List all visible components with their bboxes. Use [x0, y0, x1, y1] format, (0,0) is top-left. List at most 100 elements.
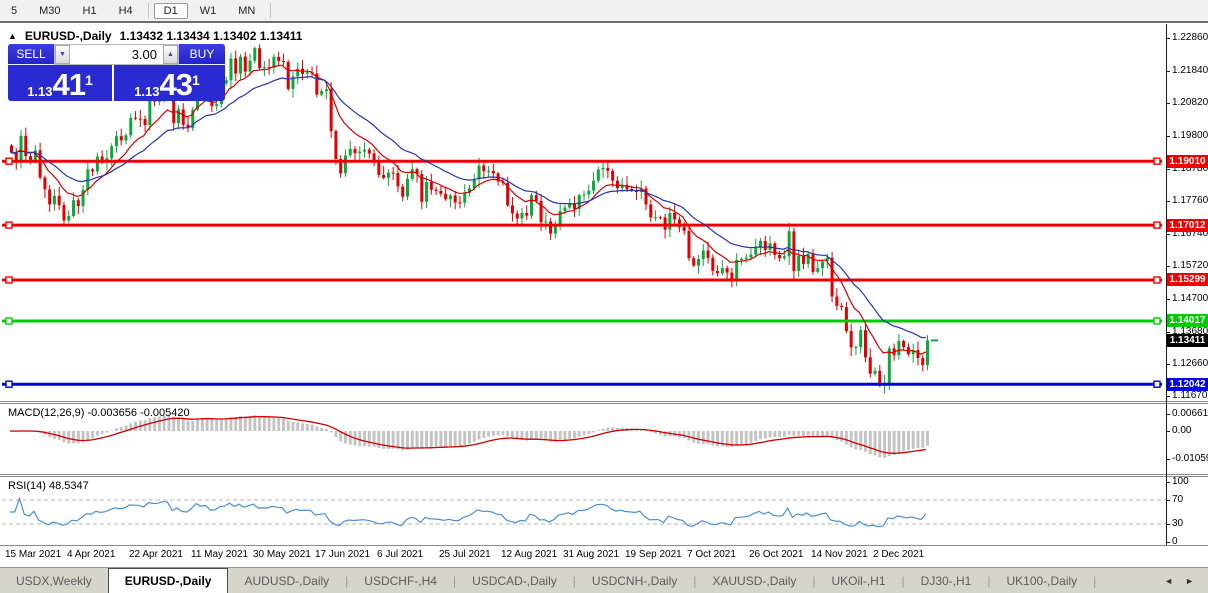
timeframe-button-mn[interactable]: MN — [228, 3, 265, 19]
tabs-scroll-left-icon[interactable]: ◄ — [1164, 576, 1173, 586]
timeframe-button-m30[interactable]: M30 — [29, 3, 70, 19]
buy-price-pipette: 1 — [192, 72, 200, 88]
price-axis-tick — [1166, 201, 1170, 203]
rsi-indicator-canvas[interactable] — [2, 477, 1166, 545]
date-axis-label: 17 Jun 2021 — [315, 549, 371, 560]
price-axis-label: 1.21840 — [1172, 64, 1208, 76]
chart-tab-usdchf[interactable]: USDCHF-,H4 — [348, 568, 453, 593]
price-level-badge: 1.19010 — [1167, 154, 1208, 168]
trade-panel-price-row: 1.13 41 1 1.13 43 1 — [8, 65, 225, 101]
price-level-badge: 1.14017 — [1167, 314, 1208, 328]
buy-price-big: 43 — [159, 67, 193, 101]
rsi-axis-tick — [1166, 542, 1170, 543]
rsi-axis-label: 30 — [1172, 518, 1184, 529]
sell-price-display[interactable]: 1.13 41 1 — [8, 65, 114, 101]
collapse-triangle-icon[interactable]: ▲ — [8, 31, 17, 41]
chart-tab-uk100[interactable]: UK100-,Daily — [990, 568, 1093, 593]
date-axis-label: 30 May 2021 — [253, 549, 311, 560]
rsi-axis-label: 70 — [1172, 494, 1184, 505]
price-axis-tick — [1166, 233, 1170, 235]
chart-tab-audusd[interactable]: AUDUSD-,Daily — [228, 568, 345, 593]
macd-label: MACD(12,26,9) -0.003656 -0.005420 — [8, 407, 190, 419]
chart-tab-ukoil[interactable]: UKOil-,H1 — [816, 568, 902, 593]
sell-button[interactable]: SELL — [8, 44, 54, 65]
price-level-badge: 1.13411 — [1167, 333, 1208, 347]
price-axis-tick — [1166, 266, 1170, 268]
date-axis-border — [0, 545, 1208, 546]
price-axis-tick — [1166, 299, 1170, 301]
price-axis-tick — [1166, 396, 1170, 398]
price-axis-tick — [1166, 135, 1170, 137]
date-axis-label: 2 Dec 2021 — [873, 549, 925, 560]
price-axis-tick — [1166, 70, 1170, 72]
volume-decrease-button[interactable]: ▼ — [55, 45, 70, 64]
price-axis-tick — [1166, 38, 1170, 39]
macd-axis-label: 0.006611 — [1172, 407, 1208, 419]
date-axis-label: 26 Oct 2021 — [749, 549, 804, 560]
price-level-badge: 1.17012 — [1167, 218, 1208, 232]
chart-title: ▲ EURUSD-,Daily 1.13432 1.13434 1.13402 … — [8, 29, 302, 43]
timeframe-button-5[interactable]: 5 — [1, 3, 27, 19]
chart-tabs-bar: USDX,Weekly EURUSD-,Daily AUDUSD-,Daily | US… — [0, 567, 1208, 593]
rsi-axis-tick — [1166, 482, 1170, 483]
timeframe-button-d1[interactable]: D1 — [153, 2, 188, 19]
price-level-badge: 1.15299 — [1167, 273, 1208, 287]
volume-spinner: ▼ 3.00 ▲ — [54, 44, 179, 65]
chart-tab-usdx[interactable]: USDX,Weekly — [0, 568, 108, 593]
price-axis-label: 1.11670 — [1172, 390, 1208, 402]
price-axis-tick — [1166, 103, 1170, 105]
toolbar-separator — [147, 3, 149, 18]
chart-tab-dj30[interactable]: DJ30-,H1 — [905, 568, 988, 593]
volume-input[interactable]: 3.00 — [70, 45, 163, 64]
macd-axis-label: 0.00 — [1172, 425, 1192, 436]
rsi-axis-tick — [1166, 524, 1170, 525]
date-axis-label: 4 Apr 2021 — [67, 549, 116, 560]
price-axis-label: 1.20820 — [1172, 97, 1208, 109]
sell-price-small: 1.13 — [27, 84, 53, 99]
buy-button[interactable]: BUY — [179, 44, 225, 65]
date-axis-label: 14 Nov 2021 — [811, 549, 868, 560]
timeframe-button-h1[interactable]: H1 — [73, 3, 107, 19]
date-axis-label: 7 Oct 2021 — [687, 549, 736, 560]
date-axis-label: 6 Jul 2021 — [377, 549, 424, 560]
buy-price-display[interactable]: 1.13 43 1 — [114, 65, 220, 101]
tab-separator: | — [1093, 573, 1097, 588]
macd-axis-tick — [1166, 458, 1170, 460]
triangle-up-icon: ▲ — [167, 51, 174, 58]
macd-axis-tick — [1166, 413, 1170, 415]
price-axis-label: 1.14700 — [1172, 293, 1208, 305]
tab-scroll-arrows: ◄ ► — [1164, 568, 1208, 593]
price-axis-tick — [1166, 168, 1170, 170]
price-axis-label: 1.19800 — [1172, 129, 1208, 141]
price-axis-tick — [1166, 331, 1170, 333]
triangle-down-icon: ▼ — [59, 51, 66, 58]
date-axis-label: 31 Aug 2021 — [563, 549, 620, 560]
price-axis-label: 1.17760 — [1172, 195, 1208, 207]
timeframe-toolbar: 5 M30 H1 H4 D1 W1 MN — [0, 0, 1208, 21]
macd-axis-tick — [1166, 431, 1170, 432]
price-axis-label: 1.12660 — [1172, 358, 1208, 370]
price-axis-label: 1.22860 — [1172, 32, 1208, 43]
chart-tab-usdcnh[interactable]: USDCNH-,Daily — [576, 568, 693, 593]
chart-symbol-label: EURUSD-,Daily — [24, 29, 112, 43]
chart-tab-xauusd[interactable]: XAUUSD-,Daily — [696, 568, 812, 593]
rsi-axis-tick — [1166, 500, 1170, 501]
date-axis-label: 25 Jul 2021 — [439, 549, 491, 560]
chart-ohlc-values: 1.13432 1.13434 1.13402 1.13411 — [119, 29, 303, 43]
sell-price-big: 41 — [52, 67, 86, 101]
date-axis-label: 19 Sep 2021 — [625, 549, 682, 560]
chart-tab-usdcad[interactable]: USDCAD-,Daily — [456, 568, 573, 593]
price-axis-tick — [1166, 364, 1170, 366]
date-axis-label: 15 Mar 2021 — [5, 549, 62, 560]
tabs-scroll-right-icon[interactable]: ► — [1185, 576, 1194, 586]
volume-increase-button[interactable]: ▲ — [163, 45, 178, 64]
toolbar-separator — [270, 3, 272, 18]
chart-tab-eurusd[interactable]: EURUSD-,Daily — [107, 568, 229, 593]
date-axis-label: 12 Aug 2021 — [501, 549, 558, 560]
sell-price-pipette: 1 — [85, 72, 93, 88]
date-axis-label: 22 Apr 2021 — [129, 549, 183, 560]
timeframe-button-w1[interactable]: W1 — [190, 3, 227, 19]
date-axis-label: 11 May 2021 — [191, 549, 249, 560]
timeframe-button-h4[interactable]: H4 — [109, 3, 143, 19]
macd-axis-label: -0.010595 — [1172, 452, 1208, 464]
